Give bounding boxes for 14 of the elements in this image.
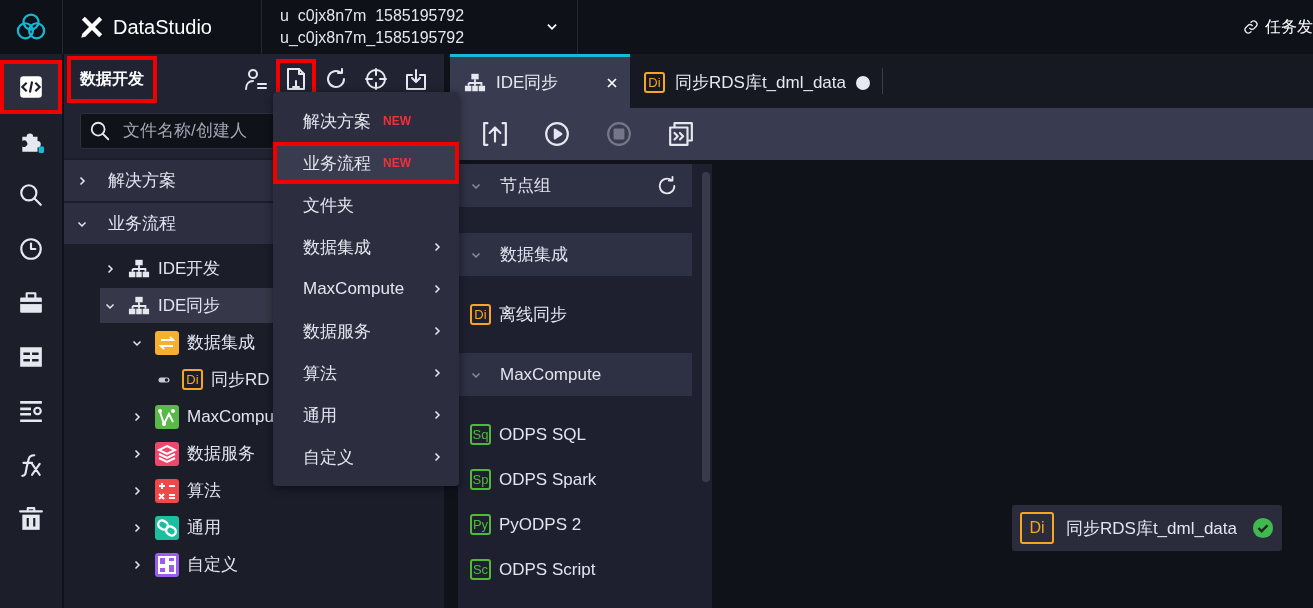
new-label: NEW bbox=[383, 114, 411, 128]
app-name: DataStudio bbox=[113, 15, 212, 39]
file-type-badge: Sp bbox=[470, 469, 491, 490]
project-name: u_c0jx8n7m_1585195792 bbox=[280, 28, 465, 48]
file-type-badge: Py bbox=[470, 514, 491, 535]
file-type-badge: Di bbox=[470, 304, 491, 325]
file-type-badge: Di bbox=[182, 369, 203, 390]
file-type-badge: Di bbox=[1020, 512, 1054, 544]
panel-title: 数据开发 bbox=[80, 68, 144, 89]
file-type-badge: Sc bbox=[470, 559, 491, 580]
file-type-badge: Sq bbox=[470, 424, 491, 445]
project-name: u c0jx8n7m 1585195792 bbox=[280, 6, 465, 26]
file-type-badge: Di bbox=[644, 72, 665, 93]
node-label: 同步RDS库t_dml_data bbox=[1066, 517, 1237, 540]
